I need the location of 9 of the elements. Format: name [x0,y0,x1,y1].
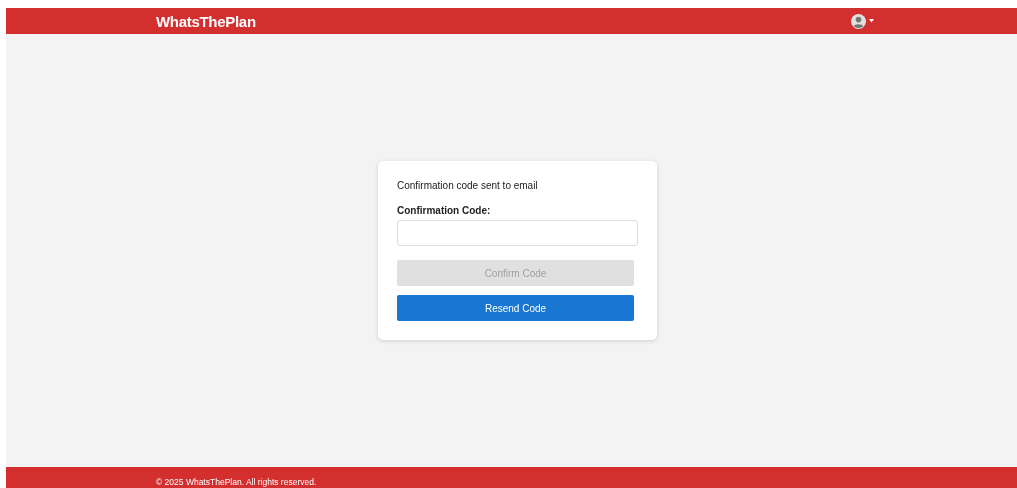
caret-icon [869,19,874,23]
field-label: Confirmation Code: [397,205,492,216]
copyright-text: © 2025 WhatsThePlan. All rights reserved. [156,477,317,488]
avatar-icon [851,13,866,29]
user-menu[interactable] [851,13,874,29]
resend-button[interactable]: Resend Code [397,295,634,321]
confirmation-code-field[interactable] [397,220,638,246]
confirmation-message: Confirmation code sent to email [397,180,539,191]
brand-logo[interactable]: WhatsThePlan [156,12,256,30]
